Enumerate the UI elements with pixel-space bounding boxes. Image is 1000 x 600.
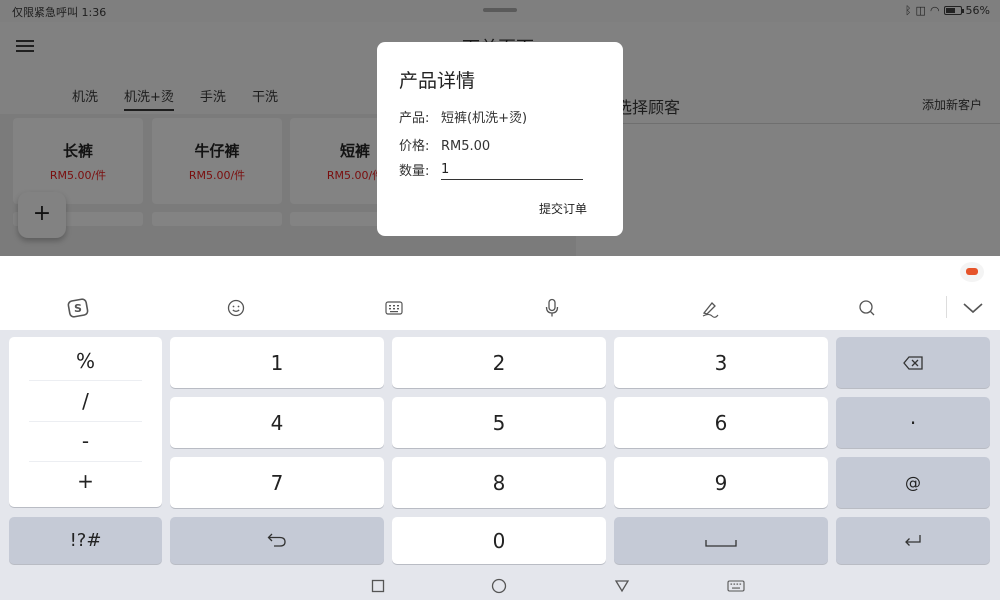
key-plus[interactable]: + (9, 461, 162, 501)
price-row: 价格: RM5.00 (399, 135, 490, 154)
quantity-label: 数量: (399, 164, 430, 179)
mascot-icon[interactable] (960, 262, 984, 282)
toolbar-divider (946, 296, 947, 318)
emoji-icon[interactable] (222, 294, 250, 322)
status-bar: 仅限紧急呼叫 1:36 ᛒ ◫ ◠ 56% (0, 0, 1000, 22)
order-panel: 选择顾客 添加新客户 (576, 72, 1000, 256)
keyboard-toolbar-area: S (0, 256, 1000, 330)
undo-icon (267, 529, 287, 553)
keyboard-switch-icon[interactable] (727, 578, 745, 594)
battery-icon (943, 6, 964, 15)
quantity-input[interactable] (441, 160, 583, 180)
status-icons: ᛒ ◫ ◠ 56% (905, 4, 990, 17)
key-at[interactable]: @ (836, 457, 990, 508)
tab-machine-wash[interactable]: 机洗 (72, 86, 98, 111)
dialog-title: 产品详情 (399, 70, 476, 92)
key-9[interactable]: 9 (614, 457, 828, 508)
product-value: 短裤(机洗+烫) (441, 111, 528, 126)
price-label: 价格: (399, 139, 430, 154)
submit-order-button[interactable]: 提交订单 (539, 200, 587, 217)
symbol-column: % / - + (9, 337, 162, 507)
category-tabs: 机洗 机洗+烫 手洗 干洗 (72, 86, 304, 111)
battery-percent: 56% (965, 4, 990, 17)
product-price: RM5.00/件 (188, 169, 246, 182)
bluetooth-icon: ᛒ (904, 4, 912, 17)
keyboard-toolbar: S (0, 292, 1000, 324)
search-icon[interactable] (853, 294, 881, 322)
product-label: 产品: (399, 111, 430, 126)
key-5[interactable]: 5 (392, 397, 606, 448)
collapse-keyboard-icon[interactable] (959, 294, 987, 322)
system-navigation-bar (0, 572, 1000, 600)
product-row: 产品: 短裤(机洗+烫) (399, 107, 527, 126)
keyboard-layout-icon[interactable] (380, 294, 408, 322)
key-dot[interactable]: · (836, 397, 990, 448)
wifi-icon: ◠ (929, 4, 940, 17)
customer-placeholder: 选择顾客 (616, 98, 681, 117)
recents-icon[interactable] (370, 578, 386, 594)
product-card[interactable]: 牛仔裤 RM5.00/件 (152, 118, 282, 204)
space-icon (705, 529, 737, 553)
key-1[interactable]: 1 (170, 337, 384, 388)
space-key[interactable] (614, 517, 828, 564)
menu-icon[interactable] (16, 40, 34, 52)
add-customer-button[interactable]: 添加新客户 (922, 96, 982, 113)
numeric-keyboard: % / - + 1 2 3 4 5 6 · 7 8 9 @ !?# 0 (0, 330, 1000, 600)
key-percent[interactable]: % (9, 341, 162, 381)
backspace-key[interactable] (836, 337, 990, 388)
product-detail-dialog: 产品详情 产品: 短裤(机洗+烫) 价格: RM5.00 数量: 提交订单 (377, 42, 623, 236)
backspace-icon (903, 351, 923, 375)
handwriting-icon[interactable] (696, 294, 724, 322)
key-2[interactable]: 2 (392, 337, 606, 388)
enter-icon (904, 529, 922, 553)
product-name: 牛仔裤 (194, 142, 240, 160)
tab-hand-wash[interactable]: 手洗 (200, 86, 226, 111)
key-slash[interactable]: / (9, 381, 162, 421)
back-icon[interactable] (614, 578, 630, 594)
symbols-switch-key[interactable]: !?# (9, 517, 162, 564)
key-3[interactable]: 3 (614, 337, 828, 388)
home-icon[interactable] (491, 578, 507, 594)
back-key[interactable] (170, 517, 384, 564)
key-0[interactable]: 0 (392, 517, 606, 564)
vibrate-icon: ◫ (915, 4, 926, 17)
add-button[interactable]: + (18, 192, 66, 238)
product-price: RM5.00/件 (49, 169, 107, 182)
enter-key[interactable] (836, 517, 990, 564)
microphone-icon[interactable] (538, 294, 566, 322)
product-name: 长裤 (62, 142, 93, 160)
quantity-row: 数量: (399, 160, 441, 179)
svg-text:S: S (74, 302, 82, 315)
key-4[interactable]: 4 (170, 397, 384, 448)
status-text: 仅限紧急呼叫 1:36 (12, 6, 107, 19)
product-card[interactable] (152, 212, 282, 226)
top-handle (483, 8, 517, 12)
tab-dry-clean[interactable]: 干洗 (252, 86, 278, 111)
key-7[interactable]: 7 (170, 457, 384, 508)
key-6[interactable]: 6 (614, 397, 828, 448)
key-minus[interactable]: - (9, 421, 162, 461)
tab-machine-wash-iron[interactable]: 机洗+烫 (124, 86, 174, 111)
price-value: RM5.00 (441, 139, 491, 154)
key-8[interactable]: 8 (392, 457, 606, 508)
customer-selector[interactable]: 选择顾客 添加新客户 (576, 82, 1000, 124)
sogou-logo-icon[interactable]: S (64, 294, 92, 322)
